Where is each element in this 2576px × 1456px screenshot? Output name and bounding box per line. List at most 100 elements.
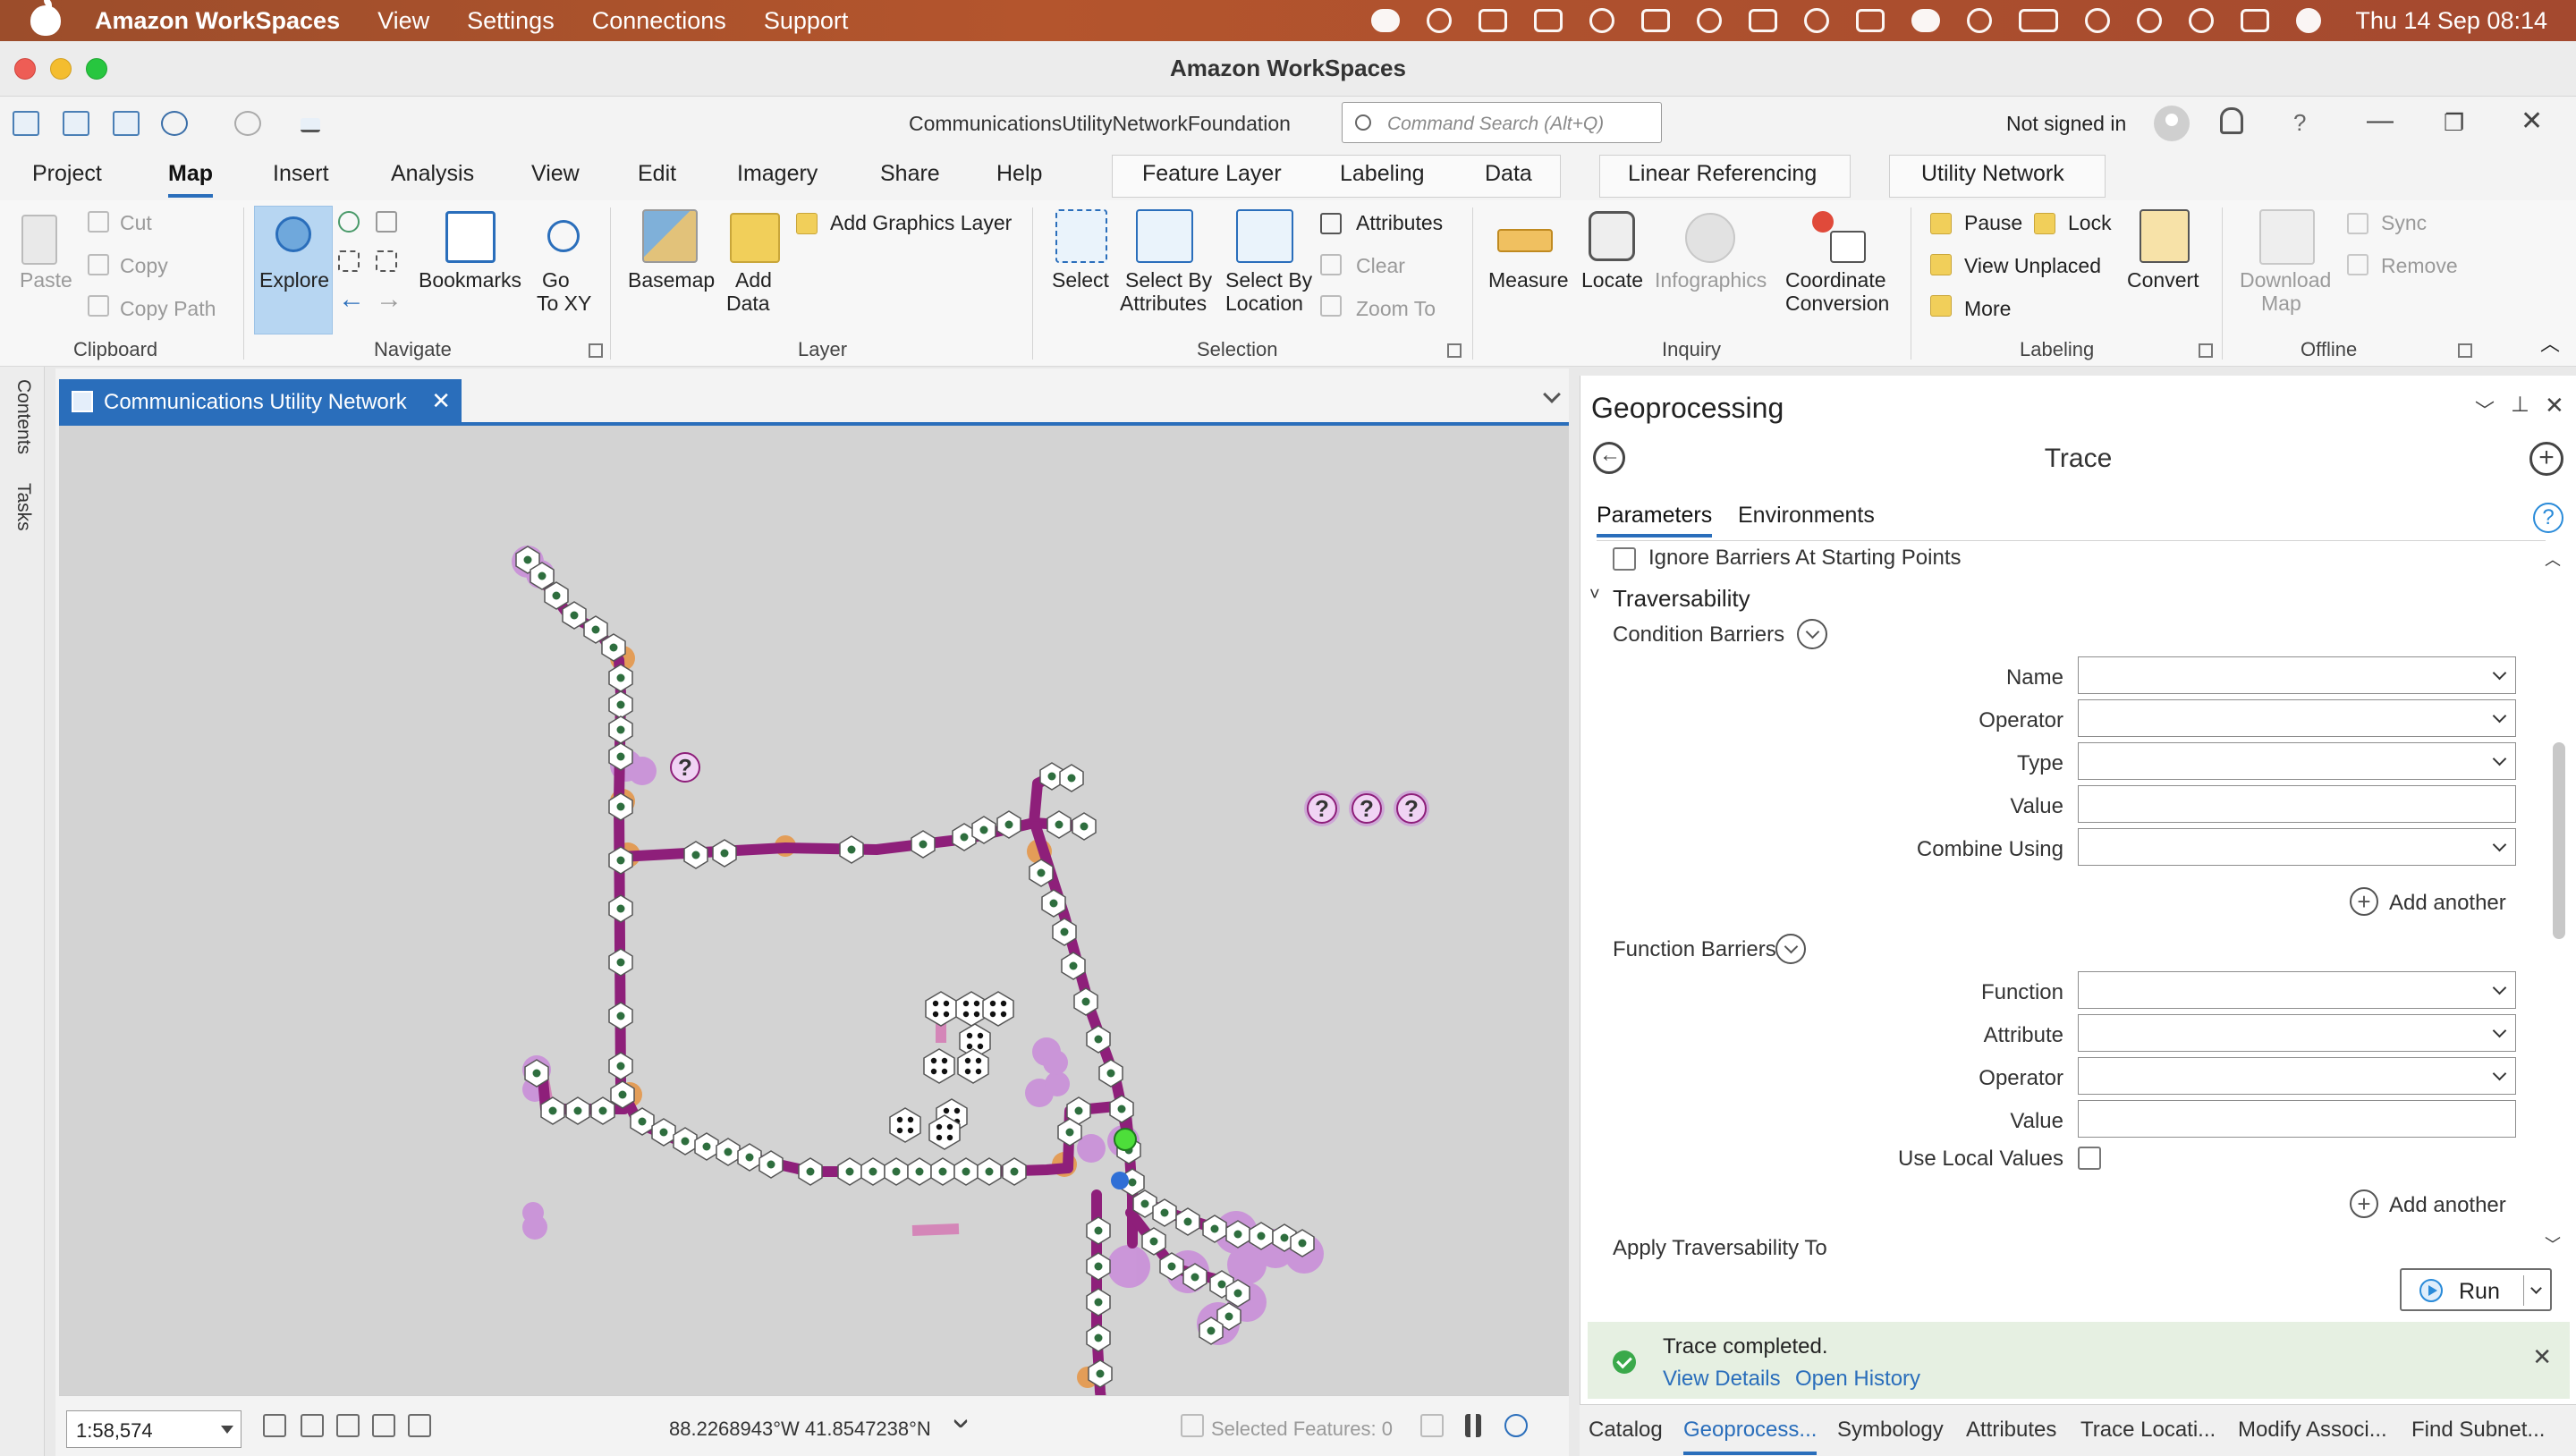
- pause-drawing-icon[interactable]: [1465, 1414, 1481, 1437]
- command-search-input[interactable]: Command Search (Alt+Q): [1342, 102, 1662, 143]
- attributes-button[interactable]: Attributes: [1356, 211, 1443, 234]
- clear-selection-button[interactable]: Clear: [1356, 254, 1405, 277]
- tool-help-icon[interactable]: ?: [2533, 503, 2563, 533]
- map-canvas[interactable]: ? ? ? ?: [59, 426, 1569, 1395]
- creative-cloud-icon[interactable]: [1911, 9, 1941, 32]
- snapping-icon[interactable]: [336, 1414, 360, 1437]
- condition-operator-select[interactable]: [2078, 699, 2516, 737]
- coordinate-conversion-line2[interactable]: Conversion: [1785, 292, 1889, 315]
- tab-feature-layer[interactable]: Feature Layer: [1142, 161, 1282, 187]
- dismiss-message-icon[interactable]: ✕: [2532, 1343, 2552, 1371]
- tab-share[interactable]: Share: [880, 161, 940, 187]
- view-unplaced-button[interactable]: View Unplaced: [1964, 254, 2101, 277]
- tab-parameters[interactable]: Parameters: [1597, 503, 1713, 538]
- open-project-icon[interactable]: [63, 111, 89, 136]
- tab-attributes[interactable]: Attributes: [1966, 1418, 2056, 1443]
- keyboard-icon[interactable]: [1641, 9, 1671, 32]
- tab-utility-network[interactable]: Utility Network: [1921, 161, 2064, 187]
- add-condition-barrier-icon[interactable]: +: [2350, 887, 2378, 916]
- notifications-bell-icon[interactable]: [2220, 107, 2243, 134]
- tab-edit[interactable]: Edit: [638, 161, 676, 187]
- trace-starting-point[interactable]: [1114, 1128, 1137, 1151]
- refresh-icon[interactable]: [1504, 1414, 1528, 1437]
- function-operator-select[interactable]: [2078, 1057, 2516, 1095]
- map-views-dropdown-icon[interactable]: [1543, 385, 1561, 403]
- map-scale-select[interactable]: 1:58,574: [66, 1410, 242, 1448]
- trace-barrier-point[interactable]: [1111, 1172, 1129, 1189]
- lock-labels-button[interactable]: Lock: [2068, 211, 2112, 234]
- close-pane-icon[interactable]: ✕: [2545, 392, 2564, 419]
- menubar-app-name[interactable]: Amazon WorkSpaces: [95, 7, 340, 35]
- ignore-barriers-checkbox[interactable]: [1613, 547, 1636, 571]
- coordinate-conversion-line1[interactable]: Coordinate: [1785, 268, 1886, 292]
- locate-button[interactable]: Locate: [1581, 268, 1643, 292]
- pause-labeling-button[interactable]: Pause: [1964, 211, 2022, 234]
- zoom-in-fixed-icon[interactable]: [338, 250, 360, 272]
- tasks-pane-tab[interactable]: Tasks: [13, 483, 34, 531]
- selected-features-count[interactable]: Selected Features: 0: [1211, 1418, 1393, 1441]
- cloud-icon[interactable]: [1371, 9, 1401, 32]
- menubar-item-support[interactable]: Support: [764, 7, 849, 35]
- moon-icon[interactable]: [1804, 8, 1830, 33]
- view-details-link[interactable]: View Details: [1663, 1367, 1781, 1392]
- fixed-extent-icon[interactable]: [263, 1414, 286, 1437]
- minimize-icon[interactable]: —: [2367, 106, 2394, 136]
- function-select[interactable]: [2078, 971, 2516, 1009]
- scroll-down-icon[interactable]: ﹀: [2545, 1232, 2561, 1256]
- tab-linear-referencing[interactable]: Linear Referencing: [1628, 161, 1817, 187]
- menubar-item-connections[interactable]: Connections: [592, 7, 726, 35]
- add-data-button-line2[interactable]: Data: [726, 292, 770, 315]
- cut-button[interactable]: Cut: [120, 211, 152, 234]
- sync-button[interactable]: Sync: [2381, 211, 2427, 234]
- screen-icon[interactable]: [1856, 9, 1885, 32]
- previous-extent-icon[interactable]: ←: [338, 286, 365, 313]
- tab-imagery[interactable]: Imagery: [737, 161, 818, 187]
- tab-environments[interactable]: Environments: [1738, 503, 1875, 529]
- select-button[interactable]: Select: [1052, 268, 1109, 292]
- table-icon[interactable]: [1420, 1414, 1444, 1437]
- run-button[interactable]: Run: [2400, 1268, 2552, 1311]
- vpn-icon[interactable]: [1697, 8, 1723, 33]
- control-center-icon[interactable]: [2241, 9, 2270, 32]
- more-labeling-button[interactable]: More: [1964, 297, 2011, 320]
- measure-button[interactable]: Measure: [1488, 268, 1568, 292]
- battery-icon[interactable]: [2019, 9, 2059, 32]
- function-value-input[interactable]: [2078, 1100, 2516, 1138]
- tab-find-subnetworks[interactable]: Find Subnet...: [2411, 1418, 2545, 1443]
- time-machine-icon[interactable]: [2137, 8, 2163, 33]
- copy-button[interactable]: Copy: [120, 254, 168, 277]
- offline-dialog-launcher-icon[interactable]: [2458, 343, 2472, 358]
- use-local-values-checkbox[interactable]: [2078, 1147, 2101, 1170]
- full-extent-icon[interactable]: [338, 211, 360, 233]
- help-button[interactable]: ?: [2293, 109, 2306, 137]
- constraints-icon[interactable]: [372, 1414, 395, 1437]
- tab-insert[interactable]: Insert: [273, 161, 329, 187]
- menubar-item-view[interactable]: View: [377, 7, 429, 35]
- add-graphics-layer-button[interactable]: Add Graphics Layer: [830, 211, 1012, 234]
- coordinate-format-dropdown-icon[interactable]: [953, 1413, 969, 1429]
- menubar-item-settings[interactable]: Settings: [467, 7, 555, 35]
- open-history-link[interactable]: Open History: [1795, 1367, 1920, 1392]
- condition-name-select[interactable]: [2078, 656, 2516, 694]
- navigate-dialog-launcher-icon[interactable]: [589, 343, 603, 358]
- save-project-icon[interactable]: [113, 111, 140, 136]
- spotlight-icon[interactable]: [2189, 8, 2215, 33]
- pane-options-chevron-icon[interactable]: ﹀: [2475, 395, 2495, 424]
- tab-labeling[interactable]: Labeling: [1340, 161, 1425, 187]
- rotation-icon[interactable]: [408, 1414, 431, 1437]
- mute-icon[interactable]: [1967, 8, 1993, 33]
- outlook-icon[interactable]: [1534, 9, 1563, 32]
- tab-analysis[interactable]: Analysis: [391, 161, 474, 187]
- bookmarks-button[interactable]: Bookmarks: [419, 268, 521, 292]
- download-map-line1[interactable]: Download: [2240, 268, 2331, 292]
- condition-type-select[interactable]: [2078, 742, 2516, 780]
- customize-qat-icon[interactable]: [301, 118, 320, 132]
- selection-dialog-launcher-icon[interactable]: [1447, 343, 1462, 358]
- siri-icon[interactable]: [2296, 8, 2322, 33]
- select-by-attributes-line2[interactable]: Attributes: [1120, 292, 1207, 315]
- select-by-location-line2[interactable]: Location: [1225, 292, 1303, 315]
- remove-offline-button[interactable]: Remove: [2381, 254, 2458, 277]
- add-condition-barrier-button[interactable]: Add another: [2389, 891, 2506, 916]
- condition-value-input[interactable]: [2078, 785, 2516, 823]
- go-to-xy-button-line1[interactable]: Go: [542, 268, 570, 292]
